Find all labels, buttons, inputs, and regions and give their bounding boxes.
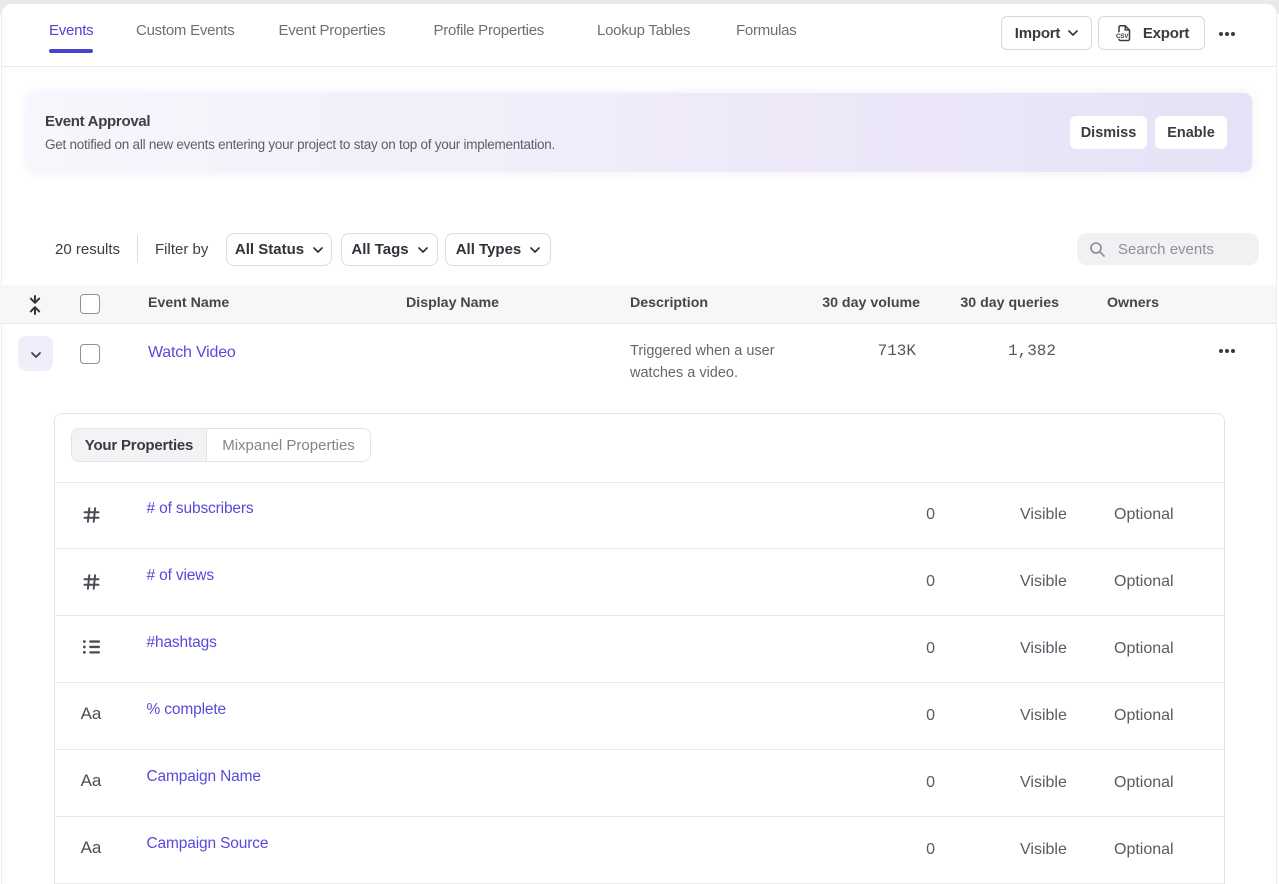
svg-text:CSV: CSV bbox=[1116, 33, 1129, 40]
